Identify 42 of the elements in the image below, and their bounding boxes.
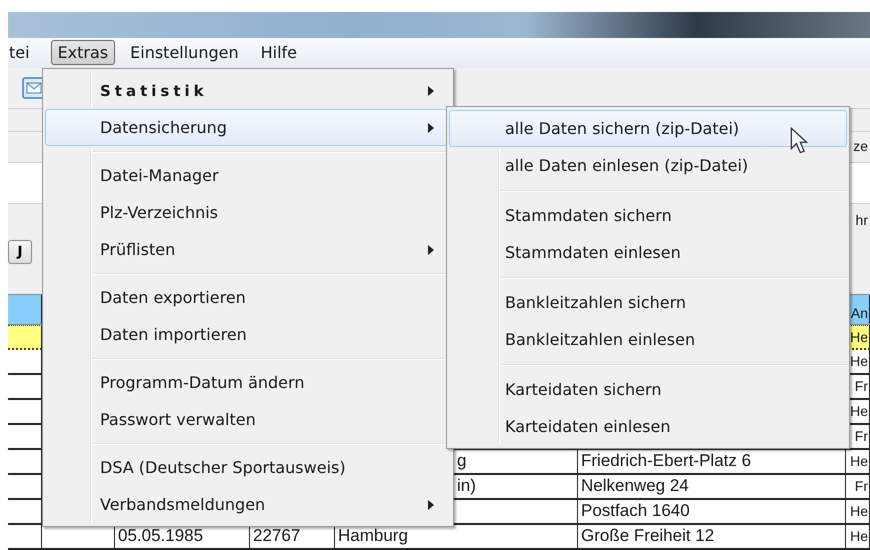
menu-item[interactable]: alle Daten sichern (zip-Datei) bbox=[449, 110, 847, 147]
table-cell: Fr bbox=[854, 428, 868, 444]
table-cell: He bbox=[850, 503, 868, 519]
menu-item[interactable]: Verbandsmeldungen bbox=[45, 486, 451, 523]
menu-bar-item[interactable]: tei bbox=[8, 40, 37, 66]
menu-bar-item[interactable]: Extras bbox=[50, 40, 116, 66]
table-cell: Postfach 1640 bbox=[581, 501, 690, 520]
submenu-arrow-icon bbox=[428, 244, 434, 254]
menu-item[interactable]: Stammdaten einlesen bbox=[449, 234, 847, 271]
submenu-arrow-icon bbox=[428, 86, 434, 96]
letter-button[interactable]: J bbox=[8, 240, 32, 264]
table-cell: g bbox=[457, 451, 466, 470]
table-cell: Hamburg bbox=[338, 526, 408, 545]
submenu-arrow-icon bbox=[428, 500, 434, 510]
menu-item[interactable]: Karteidaten einlesen bbox=[449, 408, 847, 445]
table-cell: He bbox=[850, 403, 868, 419]
table-cell: Fr bbox=[854, 478, 868, 494]
menu-bar-item[interactable]: Einstellungen bbox=[123, 40, 246, 66]
menu-item[interactable]: Statistik bbox=[45, 72, 451, 109]
table-cell: Friedrich-Ebert-Platz 6 bbox=[581, 451, 752, 470]
field-label: ze bbox=[853, 138, 868, 154]
menu-item[interactable]: alle Daten einlesen (zip-Datei) bbox=[449, 147, 847, 184]
table-cell: Große Freiheit 12 bbox=[581, 526, 714, 545]
menu-item[interactable]: DSA (Deutscher Sportausweis) bbox=[45, 449, 451, 486]
field-label: hr bbox=[856, 212, 868, 228]
column-header[interactable]: An bbox=[850, 302, 868, 324]
table-cell: Fr bbox=[854, 378, 868, 394]
menu-item[interactable]: Stammdaten sichern bbox=[449, 197, 847, 234]
submenu-arrow-icon bbox=[428, 122, 434, 132]
table-cell: in) bbox=[457, 476, 476, 495]
table-cell: He bbox=[850, 528, 868, 544]
menu-item[interactable]: Karteidaten sichern bbox=[449, 371, 847, 408]
table-cell: 22767 bbox=[253, 526, 300, 545]
menu-item[interactable]: Bankleitzahlen einlesen bbox=[449, 321, 847, 358]
table-cell: 05.05.1985 bbox=[118, 526, 204, 545]
table-cell: He bbox=[850, 353, 868, 369]
table-cell: Nelkenweg 24 bbox=[581, 476, 689, 495]
mouse-pointer-icon bbox=[790, 127, 808, 155]
menu-bar-item[interactable]: Hilfe bbox=[254, 40, 304, 66]
table-cell: He bbox=[850, 453, 868, 469]
table-cell: He bbox=[850, 329, 868, 345]
menu-item[interactable]: Bankleitzahlen sichern bbox=[449, 284, 847, 321]
